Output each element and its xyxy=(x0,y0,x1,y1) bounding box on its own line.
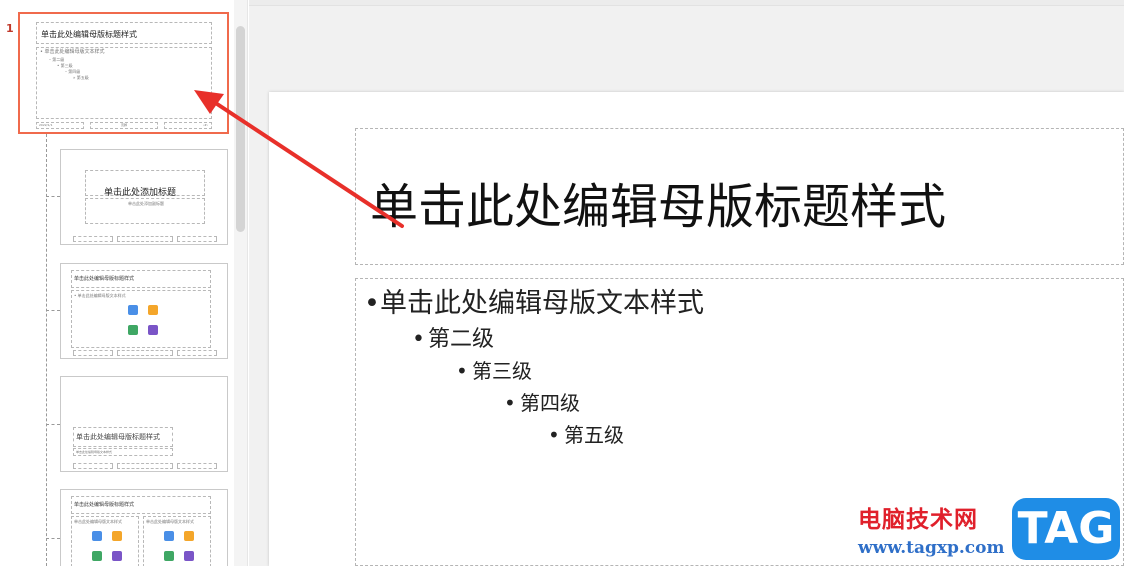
thumb-bullet-1: • 单击此处编辑母版文本样式 xyxy=(40,49,105,55)
ppt-master-view: 1 单击此处编辑母版标题样式 • 单击此处编辑母版文本样式 – 第二级 • 第三… xyxy=(0,0,1124,566)
thumb-title-placeholder: 单击此处编辑母版标题样式 xyxy=(73,427,173,447)
chart-icon xyxy=(112,531,122,541)
thumb-number-placeholder xyxy=(177,236,217,242)
thumb-bullet-3: • 第三级 xyxy=(57,63,73,68)
table-icon xyxy=(92,551,102,561)
thumb-body-text: • 单击此处编辑母版文本样式 xyxy=(74,293,126,298)
layout-tree-branch xyxy=(46,310,60,311)
thumb-title-text: 单击此处编辑母版标题样式 xyxy=(74,502,135,508)
thumb-title-text: 单击此处编辑母版标题样式 xyxy=(76,433,160,441)
bullet: • xyxy=(548,423,560,447)
title-placeholder[interactable]: 单击此处编辑母版标题样式 xyxy=(355,128,1124,265)
thumb-date-placeholder: 2022/1/1 xyxy=(36,122,84,129)
watermark-tag-badge: TAG xyxy=(1012,498,1120,560)
layout-tree-line xyxy=(46,134,47,566)
thumb-subtitle-text: 单击此处编辑母版文本样式 xyxy=(76,450,113,454)
thumb-right-body-placeholder: 单击此处编辑母版文本样式 xyxy=(143,516,211,566)
thumb-title-placeholder: 单击此处编辑母版标题样式 xyxy=(71,496,211,514)
level-4-text: 第四级 xyxy=(520,391,580,415)
canvas-top-edge xyxy=(249,0,1124,6)
media-icon xyxy=(148,325,158,335)
table-icon xyxy=(128,325,138,335)
thumb-title-placeholder: 单击此处编辑母版标题样式 xyxy=(36,22,212,44)
level-1-item: •单击此处编辑母版文本样式 xyxy=(364,281,704,320)
thumb-left-body-text: 单击此处编辑母版文本样式 xyxy=(74,519,122,524)
thumb-footer-placeholder xyxy=(117,463,173,469)
thumb-number-placeholder xyxy=(177,463,217,469)
watermark-url: www.tagxp.com xyxy=(858,538,1005,558)
slide-thumbnail-panel: 1 单击此处编辑母版标题样式 • 单击此处编辑母版文本样式 – 第二级 • 第三… xyxy=(0,0,234,566)
bullet: • xyxy=(412,327,425,352)
thumbnail-scrollbar-thumb[interactable] xyxy=(236,26,245,232)
thumb-number-text: ‹#› xyxy=(203,123,208,127)
thumb-bullet-4: – 第四级 xyxy=(65,69,81,74)
thumb-number-placeholder: ‹#› xyxy=(164,122,212,129)
thumb-subtitle-placeholder: 单击此处编辑母版文本样式 xyxy=(73,448,173,456)
content-layout-thumbnail[interactable]: 单击此处编辑母版标题样式 • 单击此处编辑母版文本样式 xyxy=(60,263,228,359)
thumb-subtitle-placeholder: 单击此处添加副标题 xyxy=(85,198,205,224)
slide-title-text: 单击此处编辑母版标题样式 xyxy=(370,179,947,235)
thumb-subtitle-text: 单击此处添加副标题 xyxy=(128,201,164,206)
layout-tree-branch xyxy=(46,196,60,197)
thumb-title-text: 单击此处编辑母版标题样式 xyxy=(74,276,135,282)
thumb-body-placeholder: • 单击此处编辑母版文本样式 xyxy=(71,290,211,348)
thumb-title-placeholder: 单击此处编辑母版标题样式 xyxy=(71,270,211,288)
thumb-date-placeholder xyxy=(73,236,113,242)
section-layout-thumbnail[interactable]: 单击此处编辑母版标题样式 单击此处编辑母版文本样式 xyxy=(60,376,228,472)
thumb-bullet-5: » 第五级 xyxy=(73,75,89,80)
title-layout-thumbnail[interactable]: 单击此处添加标题 单击此处添加副标题 xyxy=(60,149,228,245)
chart-icon xyxy=(148,305,158,315)
thumb-title-text: 单击此处编辑母版标题样式 xyxy=(41,30,137,39)
bullet: • xyxy=(364,288,380,319)
table-icon xyxy=(164,551,174,561)
thumb-number-placeholder xyxy=(177,350,217,356)
level-2-text: 第二级 xyxy=(428,327,495,352)
watermark: 电脑技术网 www.tagxp.com TAG xyxy=(852,496,1124,566)
watermark-site-name: 电脑技术网 xyxy=(858,507,978,533)
level-3-item: • 第三级 xyxy=(456,355,532,384)
level-5-item: • 第五级 xyxy=(548,419,624,448)
thumb-date-text: 2022/1/1 xyxy=(39,123,53,127)
picture-icon xyxy=(92,531,102,541)
thumb-footer-placeholder xyxy=(117,350,173,356)
master-slide-thumbnail[interactable]: 单击此处编辑母版标题样式 • 单击此处编辑母版文本样式 – 第二级 • 第三级 … xyxy=(18,12,229,134)
thumb-title-placeholder: 单击此处添加标题 xyxy=(85,170,205,198)
thumb-footer-placeholder: 页脚 xyxy=(90,122,158,129)
thumb-footer-placeholder xyxy=(117,236,173,242)
level-4-item: • 第四级 xyxy=(504,387,580,416)
level-1-text: 单击此处编辑母版文本样式 xyxy=(380,288,704,319)
layout-tree-branch xyxy=(46,538,60,539)
picture-icon xyxy=(128,305,138,315)
layout-tree-branch xyxy=(46,424,60,425)
master-slide[interactable]: 单击此处编辑母版标题样式 •单击此处编辑母版文本样式 • 第二级 • 第三级 • 第四… xyxy=(269,92,1124,566)
thumb-left-body-placeholder: 单击此处编辑母版文本样式 xyxy=(71,516,139,566)
thumb-date-placeholder xyxy=(73,463,113,469)
bullet: • xyxy=(456,359,468,383)
thumb-body-placeholder: • 单击此处编辑母版文本样式 – 第二级 • 第三级 – 第四级 » 第五级 xyxy=(36,47,212,119)
level-3-text: 第三级 xyxy=(472,359,532,383)
thumb-title-text: 单击此处添加标题 xyxy=(104,188,177,198)
thumb-date-placeholder xyxy=(73,350,113,356)
media-icon xyxy=(112,551,122,561)
bullet: • xyxy=(504,391,516,415)
thumb-bullet-2: – 第二级 xyxy=(49,57,65,62)
chart-icon xyxy=(184,531,194,541)
slide-number: 1 xyxy=(6,22,14,35)
two-content-layout-thumbnail[interactable]: 单击此处编辑母版标题样式 单击此处编辑母版文本样式 单击此处编辑母版文本样式 xyxy=(60,489,228,566)
thumb-footer-text: 页脚 xyxy=(121,123,128,127)
thumb-right-body-text: 单击此处编辑母版文本样式 xyxy=(146,519,194,524)
picture-icon xyxy=(164,531,174,541)
media-icon xyxy=(184,551,194,561)
level-2-item: • 第二级 xyxy=(412,321,494,353)
level-5-text: 第五级 xyxy=(564,423,624,447)
